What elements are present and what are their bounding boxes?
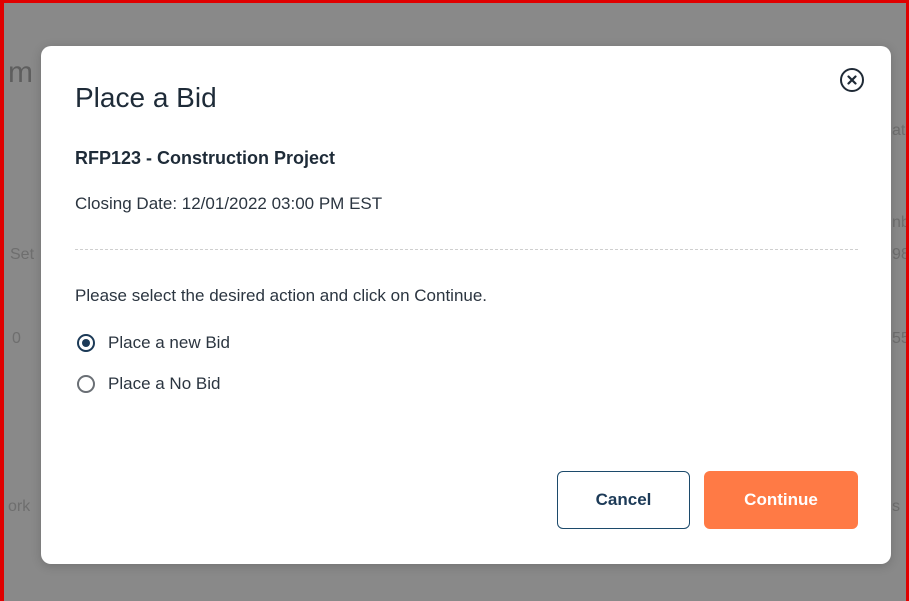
background-text-fragment: 0 — [12, 330, 21, 347]
close-circle-icon — [847, 75, 857, 85]
dialog-title: Place a Bid — [75, 82, 217, 113]
radio-unchecked-icon[interactable] — [77, 375, 95, 393]
background-text-fragment: Set — [10, 246, 35, 263]
option-place-no-bid[interactable]: Place a No Bid — [77, 374, 220, 394]
option-label: Place a new Bid — [108, 333, 230, 352]
divider — [75, 249, 858, 250]
continue-button[interactable]: Continue — [704, 471, 858, 529]
option-place-new-bid[interactable]: Place a new Bid — [77, 333, 230, 353]
place-bid-dialog: Place a Bid RFP123 - Construction Projec… — [41, 46, 891, 564]
background-text-fragment: 98 — [892, 246, 906, 263]
background-page-title: m — [8, 56, 33, 89]
background-text-fragment: at — [892, 122, 906, 139]
background-text-fragment: ork — [8, 498, 31, 515]
cancel-button[interactable]: Cancel — [557, 471, 690, 529]
close-dialog-button[interactable] — [840, 68, 864, 92]
background-text-fragment: 55 — [892, 330, 906, 347]
background-text-fragment: nb — [892, 214, 906, 231]
instruction-text: Please select the desired action and cli… — [75, 286, 488, 305]
closing-date: Closing Date: 12/01/2022 03:00 PM EST — [75, 194, 383, 213]
radio-checked-icon[interactable] — [77, 334, 95, 352]
rfp-title: RFP123 - Construction Project — [75, 148, 336, 168]
option-label: Place a No Bid — [108, 374, 221, 393]
background-text-fragment: s — [892, 498, 900, 515]
